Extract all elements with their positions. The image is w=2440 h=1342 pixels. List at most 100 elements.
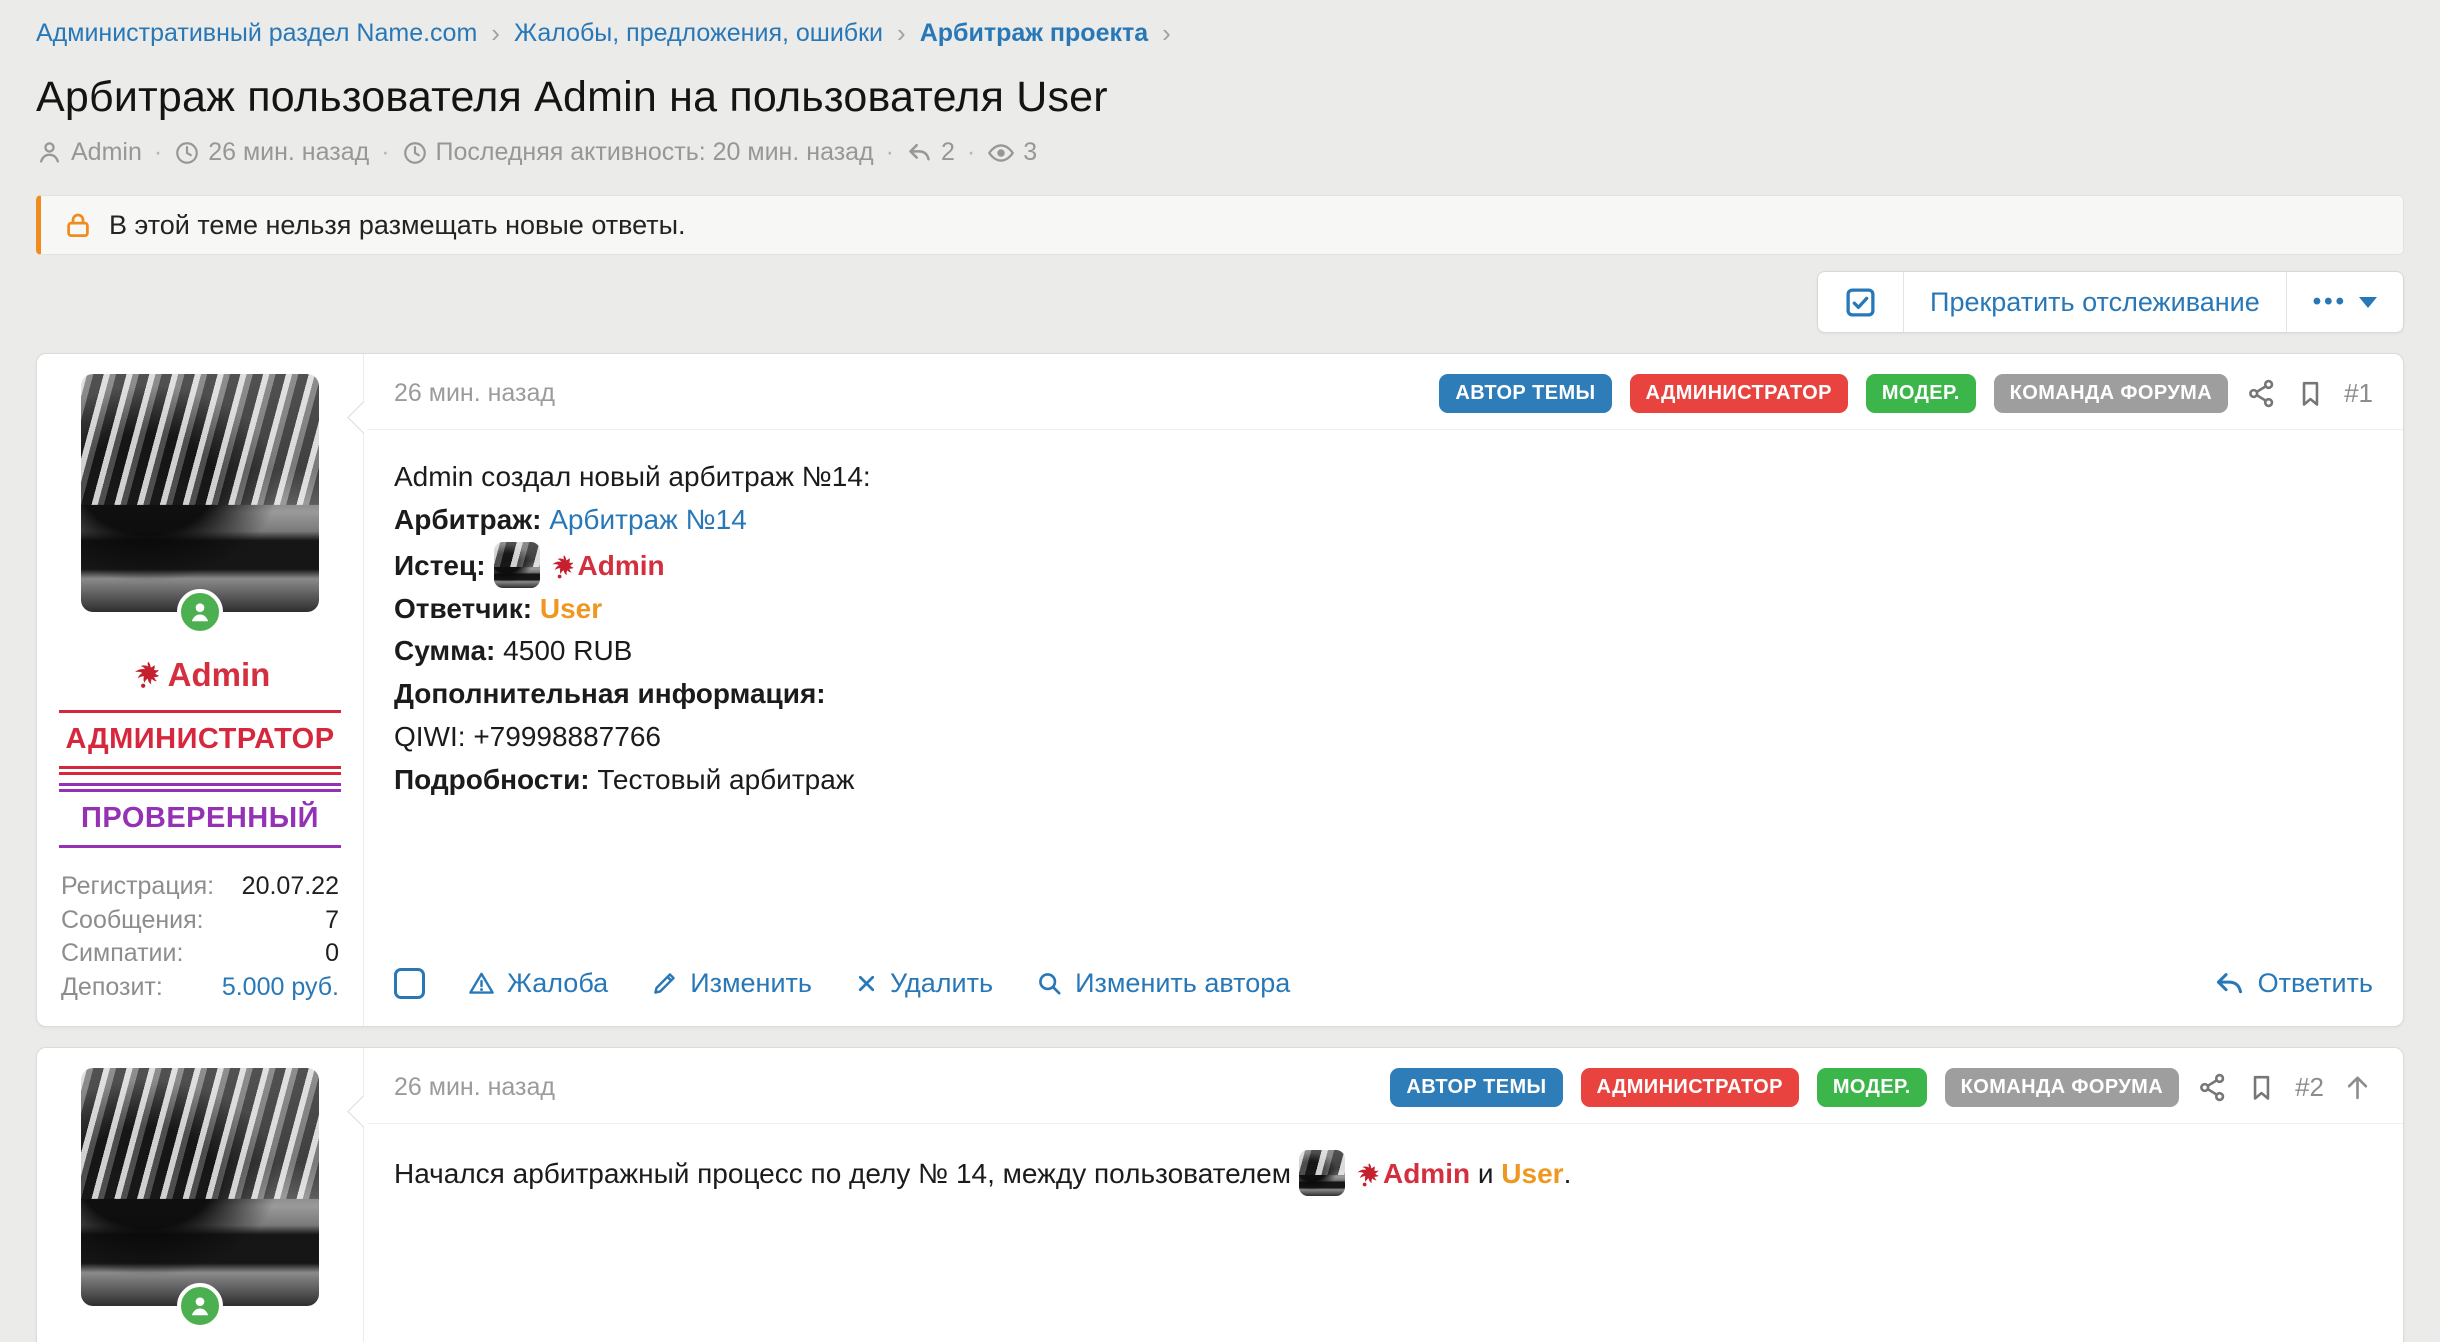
post-timestamp-link[interactable]: 26 мин. назад: [394, 1073, 555, 1102]
select-posts-button[interactable]: [1818, 272, 1903, 332]
post-body-line: Admin создал новый арбитраж №14:: [394, 456, 2373, 499]
thread-created: 26 мин. назад: [174, 138, 369, 167]
deposit-link[interactable]: 5.000 руб.: [222, 971, 339, 1005]
stat-label: Депозит:: [61, 971, 163, 1005]
breadcrumb-link-admin-section[interactable]: Административный раздел Name.com: [36, 19, 477, 48]
lock-icon: [63, 210, 93, 240]
amount-label: Сумма:: [394, 635, 495, 666]
change-author-action[interactable]: Изменить автора: [1035, 968, 1290, 999]
plaintiff-label: Истец:: [394, 550, 486, 581]
change-author-label: Изменить автора: [1075, 968, 1290, 999]
post-body-line: Истец: Admin: [394, 542, 2373, 588]
meta-dot: ·: [381, 138, 389, 167]
unfollow-button-label: Прекратить отслеживание: [1930, 287, 2260, 318]
role-banner-administrator: АДМИНИСТРАТОР: [59, 710, 341, 775]
defendant-link[interactable]: User: [1501, 1158, 1563, 1189]
dragon-icon: [1353, 1160, 1383, 1190]
user-stats: Регистрация: 20.07.22 Сообщения: 7 Симпа…: [61, 870, 339, 1004]
breadcrumb: Административный раздел Name.com › Жалоб…: [36, 0, 2404, 49]
intro-text: Admin создал новый арбитраж №14:: [394, 461, 871, 492]
post-timestamp-link[interactable]: 26 мин. назад: [394, 379, 555, 408]
report-action[interactable]: Жалоба: [467, 968, 608, 999]
plaintiff-link[interactable]: Admin: [1383, 1158, 1470, 1189]
post-1-main: 26 мин. назад АВТОР ТЕМЫ АДМИНИСТРАТОР М…: [363, 354, 2403, 1026]
badge-thread-author: АВТОР ТЕМЫ: [1390, 1068, 1562, 1107]
warning-icon: [467, 969, 496, 998]
breadcrumb-link-complaints[interactable]: Жалобы, предложения, ошибки: [514, 19, 883, 48]
defendant-label: Ответчик:: [394, 593, 532, 624]
avatar[interactable]: [81, 374, 319, 612]
post-1-footer: Жалоба Изменить Удалить Изменить автора …: [364, 947, 2403, 1026]
details-value: Тестовый арбитраж: [597, 764, 854, 795]
delete-action[interactable]: Удалить: [854, 968, 993, 999]
checkbox-checked-icon: [1844, 286, 1877, 319]
details-label: Подробности:: [394, 764, 590, 795]
badge-moderator: МОДЕР.: [1866, 374, 1976, 413]
post-body-line: Дополнительная информация:: [394, 673, 2373, 716]
post-number-link[interactable]: #1: [2344, 378, 2373, 409]
meta-dot: ·: [154, 138, 162, 167]
avatar[interactable]: [81, 1068, 319, 1306]
defendant-link[interactable]: User: [540, 593, 602, 624]
post-2-header-right: АВТОР ТЕМЫ АДМИНИСТРАТОР МОДЕР. КОМАНДА …: [1390, 1068, 2373, 1107]
post-body-line: Сумма: 4500 RUB: [394, 630, 2373, 673]
edit-label: Изменить: [690, 968, 812, 999]
breadcrumb-separator: ›: [897, 18, 906, 49]
post-select-checkbox[interactable]: [394, 968, 425, 999]
share-icon[interactable]: [2246, 378, 2277, 409]
stat-likes: Симпатии: 0: [61, 937, 339, 971]
person-icon: [36, 139, 63, 166]
conjunction-text: и: [1478, 1158, 1494, 1189]
locked-thread-notice: В этой теме нельзя размещать новые ответ…: [36, 195, 2404, 255]
person-icon: [187, 599, 213, 625]
thread-last-activity-time: Последняя активность: 20 мин. назад: [436, 138, 874, 167]
post-body-line: Подробности: Тестовый арбитраж: [394, 759, 2373, 802]
extra-info-label: Дополнительная информация:: [394, 678, 826, 709]
scroll-to-top-icon[interactable]: [2342, 1072, 2373, 1103]
post-number-link[interactable]: #2: [2295, 1072, 2324, 1103]
unfollow-button[interactable]: Прекратить отслеживание: [1903, 272, 2286, 332]
username-link[interactable]: Admin: [130, 656, 271, 694]
badge-administrator: АДМИНИСТРАТОР: [1581, 1068, 1799, 1107]
arbitration-link[interactable]: Арбитраж №14: [549, 504, 747, 535]
caret-down-icon: [2359, 297, 2377, 308]
post-2: Admin АДМИНИСТРАТОР 26 мин. назад АВТОР …: [36, 1047, 2404, 1342]
post-2-main: 26 мин. назад АВТОР ТЕМЫ АДМИНИСТРАТОР М…: [363, 1048, 2403, 1342]
thread-author[interactable]: Admin: [36, 138, 142, 167]
edit-action[interactable]: Изменить: [650, 968, 812, 999]
post-body-line: Арбитраж: Арбитраж №14: [394, 499, 2373, 542]
plaintiff-avatar[interactable]: [1299, 1150, 1345, 1196]
avatar-wrap: [81, 1068, 319, 1306]
bookmark-icon[interactable]: [2246, 1072, 2277, 1103]
plaintiff-link[interactable]: Admin: [578, 550, 665, 581]
thread-last-activity: Последняя активность: 20 мин. назад: [402, 138, 874, 167]
online-badge: [177, 589, 223, 635]
badge-thread-author: АВТОР ТЕМЫ: [1439, 374, 1611, 413]
share-icon[interactable]: [2197, 1072, 2228, 1103]
reply-icon: [2213, 967, 2246, 1000]
meta-dot: ·: [967, 138, 975, 167]
thread-toolbar: Прекратить отслеживание •••: [36, 271, 2404, 333]
reply-label: Ответить: [2258, 968, 2373, 999]
post-1-header-right: АВТОР ТЕМЫ АДМИНИСТРАТОР МОДЕР. КОМАНДА …: [1439, 374, 2373, 413]
bookmark-icon[interactable]: [2295, 378, 2326, 409]
more-options-button[interactable]: •••: [2286, 272, 2403, 332]
stat-messages: Сообщения: 7: [61, 904, 339, 938]
reply-button[interactable]: Ответить: [2213, 967, 2373, 1000]
person-icon: [187, 1293, 213, 1319]
post-2-body: Начался арбитражный процесс по делу № 14…: [364, 1124, 2403, 1206]
post-1-user-panel: Admin АДМИНИСТРАТОР ПРОВЕРЕННЫЙ Регистра…: [37, 354, 363, 1026]
plaintiff-avatar[interactable]: [494, 542, 540, 588]
stat-deposit: Депозит: 5.000 руб.: [61, 971, 339, 1005]
thread-meta: Admin · 26 мин. назад · Последняя активн…: [36, 138, 2404, 167]
post-2-header: 26 мин. назад АВТОР ТЕМЫ АДМИНИСТРАТОР М…: [364, 1048, 2403, 1124]
process-text: Начался арбитражный процесс по делу № 14…: [394, 1158, 1291, 1189]
locked-thread-notice-text: В этой теме нельзя размещать новые ответ…: [109, 210, 686, 241]
breadcrumb-link-arbitration[interactable]: Арбитраж проекта: [920, 19, 1148, 48]
dragon-icon: [130, 658, 164, 692]
page-title: Арбитраж пользователя Admin на пользоват…: [36, 73, 2404, 122]
thread-author-name[interactable]: Admin: [71, 138, 142, 167]
clock-icon: [174, 140, 200, 166]
username-text: Admin: [168, 656, 271, 694]
stat-label: Сообщения:: [61, 904, 204, 938]
